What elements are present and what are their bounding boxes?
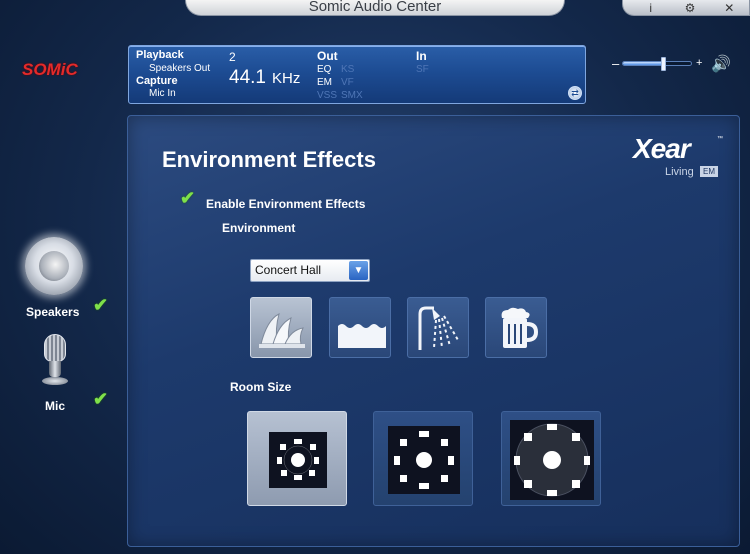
somic-logo: SOMiC	[22, 60, 78, 79]
environment-label: Environment	[222, 221, 296, 235]
sample-rate: 44.1	[229, 67, 266, 88]
volume-thumb[interactable]	[660, 57, 666, 71]
xear-tm: ™	[717, 136, 723, 142]
window-controls: i ⚙ ✕	[622, 0, 750, 16]
out-em: EM	[317, 77, 332, 88]
medium-room-icon	[388, 426, 460, 494]
water-icon	[338, 324, 386, 348]
mic-body	[49, 361, 61, 377]
enable-checkbox[interactable]: ✔	[180, 189, 200, 208]
room-size-label: Room Size	[230, 380, 292, 394]
out-eq: EQ	[317, 64, 332, 75]
speaker-cone	[39, 251, 69, 281]
mic-check-icon: ✔	[93, 390, 113, 409]
small-room-icon	[269, 432, 327, 488]
speakers-label[interactable]: Speakers	[26, 305, 79, 319]
xear-em: EM	[700, 166, 718, 177]
swap-icon[interactable]: ⇄	[568, 86, 582, 100]
shower-icon	[418, 306, 459, 350]
title-bar: Somic Audio Center	[185, 0, 565, 16]
speakers-check-icon: ✔	[93, 296, 113, 315]
preset-pub[interactable]	[485, 297, 547, 358]
environment-select-value: Concert Hall	[255, 263, 322, 277]
info-icon[interactable]: i	[638, 1, 664, 15]
speaker-volume-icon[interactable]: 🔊	[711, 54, 731, 74]
preset-shower[interactable]	[407, 297, 469, 358]
mic-label[interactable]: Mic	[45, 399, 65, 413]
volume-minus: –	[612, 56, 620, 71]
capture-device: Mic In	[149, 88, 176, 99]
enable-label[interactable]: Enable Environment Effects	[206, 197, 365, 211]
environment-select[interactable]: Concert Hall ▼	[250, 259, 370, 282]
main-panel: Environment Effects Xear ™ Living EM ✔ E…	[127, 115, 740, 547]
playback-label: Playback	[136, 49, 184, 61]
out-label: Out	[317, 49, 338, 63]
xear-brand: Xear	[633, 133, 691, 164]
out-ks: KS	[341, 64, 355, 75]
room-size-medium[interactable]	[373, 411, 473, 506]
in-label: In	[416, 49, 427, 63]
room-size-large[interactable]	[501, 411, 601, 506]
gear-icon[interactable]: ⚙	[677, 1, 703, 15]
out-smx: SMX	[341, 90, 363, 101]
concert-hall-icon	[259, 313, 305, 348]
xear-living: Living	[665, 166, 694, 178]
status-panel: Playback Speakers Out Capture Mic In 2 4…	[128, 45, 586, 104]
mic-head	[44, 334, 66, 362]
capture-label: Capture	[136, 75, 178, 87]
channel-count: 2	[229, 50, 236, 64]
window-title: Somic Audio Center	[308, 0, 442, 15]
speakers-icon[interactable]	[25, 237, 83, 295]
mic-base	[42, 377, 68, 385]
page-title: Environment Effects	[162, 147, 376, 172]
playback-device: Speakers Out	[149, 63, 211, 74]
volume-fill	[623, 62, 664, 65]
out-vss: VSS	[317, 90, 338, 101]
beer-mug-icon	[501, 307, 539, 348]
preset-water[interactable]	[329, 297, 391, 358]
close-icon[interactable]: ✕	[716, 1, 742, 15]
large-room-icon	[510, 420, 594, 500]
out-vf: VF	[341, 77, 354, 88]
chevron-down-icon[interactable]: ▼	[349, 261, 368, 280]
mic-icon[interactable]	[40, 334, 70, 386]
room-size-small[interactable]	[247, 411, 347, 506]
preset-concert-hall[interactable]	[250, 297, 312, 358]
sample-rate-unit: KHz	[272, 70, 301, 87]
in-sf: SF	[416, 64, 429, 75]
xear-logo: Xear ™ Living EM	[633, 134, 723, 180]
app-window: Somic Audio Center i ⚙ ✕ SOMiC Playback …	[0, 0, 750, 554]
volume-slider[interactable]	[622, 57, 692, 71]
volume-plus: +	[696, 57, 703, 69]
